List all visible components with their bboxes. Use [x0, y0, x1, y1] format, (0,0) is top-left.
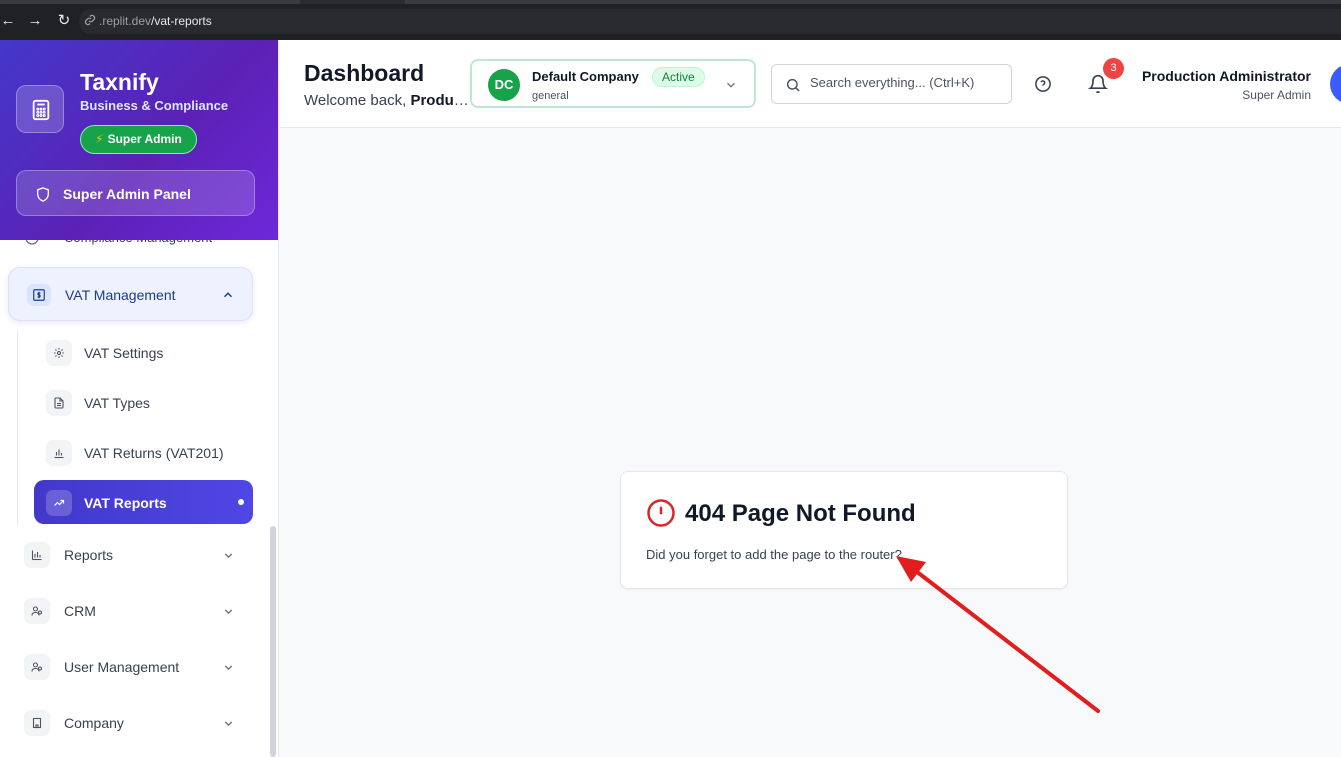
reload-icon[interactable]: ↻ [56, 11, 72, 31]
calculator-icon [32, 99, 50, 121]
search-icon [786, 78, 800, 92]
search-input[interactable] [810, 75, 1006, 90]
link-icon [84, 14, 96, 26]
brand-subtitle: Business & Compliance [80, 98, 229, 113]
chevron-down-icon [224, 665, 233, 671]
forward-arrow-icon[interactable]: → [27, 11, 43, 31]
shield-icon [37, 187, 49, 202]
not-found-card: 404 Page Not Found Did you forget to add… [620, 471, 1068, 589]
app-logo [16, 85, 64, 133]
help-icon[interactable] [1034, 75, 1052, 93]
company-name: Default Company [532, 69, 639, 84]
browser-toolbar: ← → ↻ .replit.dev/vat-reports [0, 0, 1341, 40]
chevron-down-icon [224, 721, 233, 727]
user-cog-icon [24, 654, 50, 680]
bar-chart-icon [24, 542, 50, 568]
sidebar-item-company[interactable]: Company [24, 708, 246, 738]
brand-name: Taxnify [80, 69, 159, 95]
sidebar-item-user-management[interactable]: User Management [24, 652, 246, 682]
user-role: Super Admin [1242, 88, 1311, 102]
sidebar-item-vat-management[interactable]: VAT Management [8, 267, 253, 321]
page-title: Dashboard [304, 60, 425, 86]
document-icon [46, 390, 72, 416]
lightning-icon: ⚡ [95, 132, 104, 146]
company-subtitle: general [532, 90, 569, 102]
welcome-message: Welcome back, Production Administrator [304, 92, 470, 109]
receipt-dollar-icon [27, 284, 51, 306]
sidebar-item-vat-settings[interactable]: VAT Settings [34, 330, 253, 374]
address-bar[interactable] [79, 9, 1341, 34]
company-switcher[interactable]: DC Default Company Active general [470, 59, 756, 108]
chevron-down-icon [224, 553, 233, 559]
building-icon [24, 710, 50, 736]
users-icon [24, 598, 50, 624]
sidebar-item-reports[interactable]: Reports [24, 540, 246, 570]
error-title: 404 Page Not Found [685, 500, 916, 527]
alert-circle-icon [647, 499, 675, 527]
company-avatar: DC [488, 69, 520, 101]
role-badge: ⚡ Super Admin [80, 125, 197, 154]
trending-up-icon [46, 490, 72, 516]
submenu-guide-line [17, 330, 18, 526]
chevron-down-icon [224, 609, 233, 615]
search-field[interactable] [771, 64, 1012, 104]
bell-icon[interactable] [1088, 74, 1108, 94]
sidebar-scrollbar[interactable] [270, 526, 276, 757]
super-admin-panel-button[interactable]: Super Admin Panel [16, 170, 255, 216]
gear-icon [46, 340, 72, 366]
notification-count-badge: 3 [1103, 58, 1124, 79]
top-header: Dashboard Welcome back, Production Admin… [280, 40, 1341, 128]
sidebar-item-crm[interactable]: CRM [24, 596, 246, 626]
avatar[interactable] [1330, 64, 1341, 104]
back-arrow-icon[interactable]: ← [0, 11, 16, 31]
sidebar: Compliance Management Taxnify Business &… [0, 40, 279, 757]
error-message: Did you forget to add the page to the ro… [646, 547, 902, 562]
bar-chart-icon [46, 440, 72, 466]
sidebar-item-vat-types[interactable]: VAT Types [34, 380, 253, 424]
chevron-up-icon [223, 292, 233, 298]
address-bar-url[interactable]: .replit.dev/vat-reports [99, 14, 212, 28]
browser-tab-strip [0, 0, 1341, 4]
active-indicator-dot [238, 499, 244, 505]
user-name[interactable]: Production Administrator [1142, 68, 1311, 84]
sidebar-item-vat-reports[interactable]: VAT Reports [34, 480, 253, 524]
sidebar-item-vat-returns[interactable]: VAT Returns (VAT201) [34, 430, 253, 474]
chevron-down-icon [727, 82, 735, 88]
status-badge: Active [652, 67, 705, 87]
sidebar-brand-header: Taxnify Business & Compliance ⚡ Super Adm… [0, 40, 278, 240]
